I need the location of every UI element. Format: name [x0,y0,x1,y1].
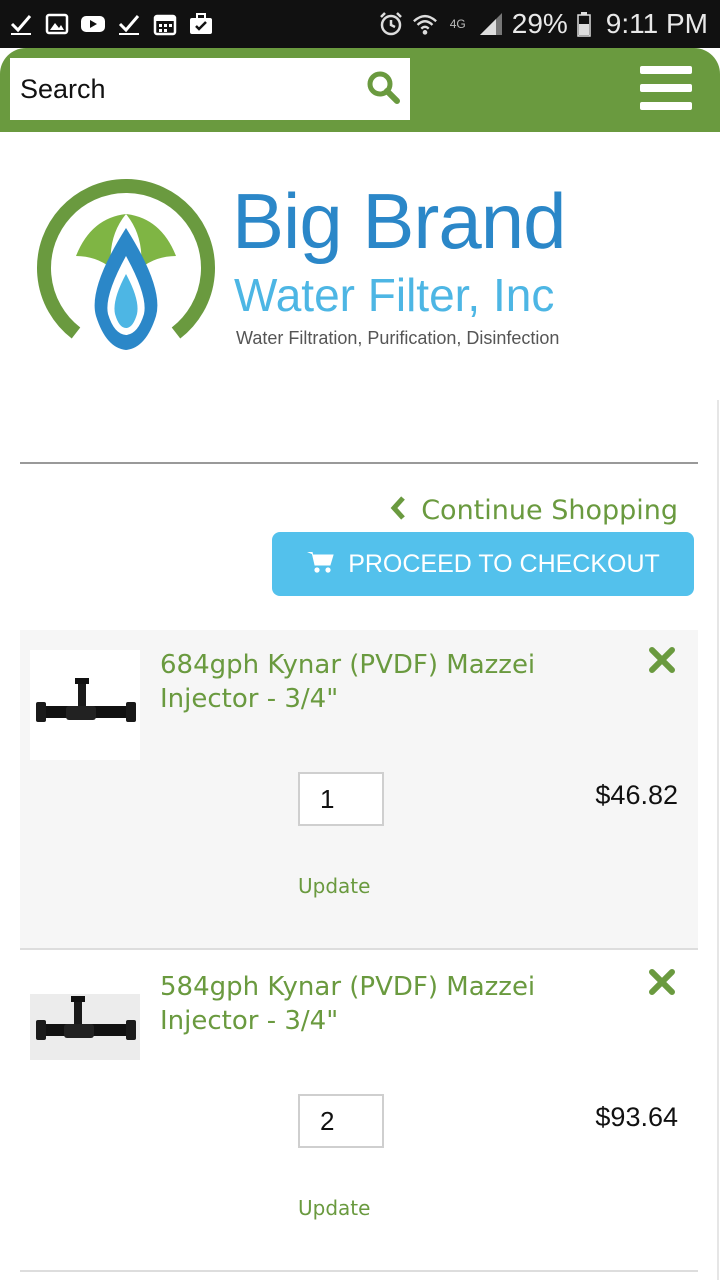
remove-item-button[interactable] [648,968,678,998]
close-icon [648,969,676,1000]
search-button[interactable] [360,66,406,112]
wifi-icon [412,11,438,37]
hamburger-menu-icon[interactable] [640,66,692,112]
scrollbar-track [717,400,719,1280]
calendar-icon [152,11,178,37]
status-bar: 4G 29% 9:11 PM [0,0,720,48]
battery-percent: 29% [511,8,568,39]
continue-shopping-link[interactable]: Continue Shopping [389,490,678,530]
status-right: 4G 29% 9:11 PM [378,0,708,48]
product-title-link[interactable]: 684gph Kynar (PVDF) Mazzei Injector - 3/… [160,648,580,716]
search-input[interactable] [10,58,350,120]
check-icon [116,11,142,37]
product-thumbnail[interactable] [30,650,140,760]
logo-subtitle: Water Filter, Inc [234,269,555,321]
image-icon [44,11,70,37]
site-header [0,48,720,132]
update-quantity-link[interactable]: Update [298,874,370,898]
battery-icon [576,11,592,37]
company-logo[interactable]: Big Brand Water Filter, Inc Water Filtra… [36,178,626,358]
proceed-to-checkout-button[interactable]: PROCEED TO CHECKOUT [272,532,694,596]
youtube-icon [80,11,106,37]
clock: 9:11 PM [605,8,708,39]
briefcase-check-icon [188,11,214,37]
cart-icon [306,550,334,578]
update-quantity-link[interactable]: Update [298,1196,370,1220]
logo-tagline: Water Filtration, Purification, Disinfec… [236,328,560,348]
logo-title: Big Brand [232,177,567,265]
quantity-input[interactable] [298,772,384,826]
cart-item: 584gph Kynar (PVDF) Mazzei Injector - 3/… [20,952,698,1272]
alarm-icon [378,11,404,37]
check-icon [8,11,34,37]
lte-icon: 4G [449,17,466,31]
item-price: $93.64 [595,1102,678,1132]
signal-icon [478,11,504,37]
search-icon [365,69,401,109]
cart-item: 684gph Kynar (PVDF) Mazzei Injector - 3/… [20,630,698,950]
divider [20,462,698,464]
search-bar [10,58,410,120]
remove-item-button[interactable] [648,646,678,676]
notification-icons [8,10,214,38]
item-price: $46.82 [595,780,678,810]
chevron-left-icon [389,495,407,525]
water-drop-logo-icon [37,179,215,350]
close-icon [648,647,676,678]
product-thumbnail[interactable] [30,994,140,1060]
product-title-link[interactable]: 584gph Kynar (PVDF) Mazzei Injector - 3/… [160,970,580,1038]
quantity-input[interactable] [298,1094,384,1148]
checkout-label: PROCEED TO CHECKOUT [348,549,660,578]
continue-shopping-label: Continue Shopping [421,494,678,526]
